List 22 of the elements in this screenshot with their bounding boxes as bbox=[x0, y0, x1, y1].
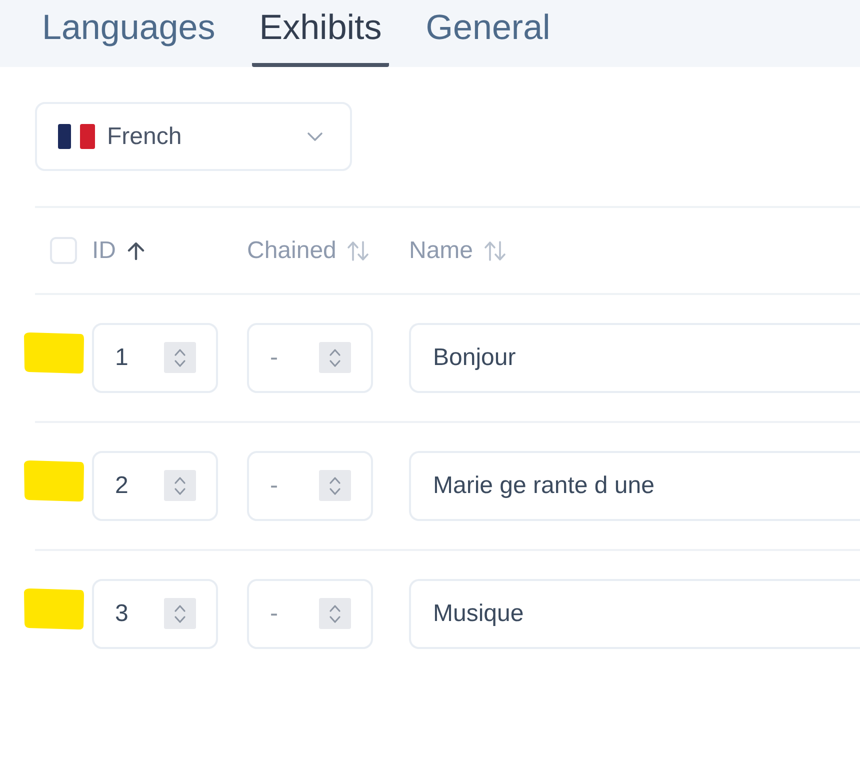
chevron-up-down-icon bbox=[174, 348, 186, 368]
name-field[interactable]: Marie ge rante d une bbox=[409, 451, 860, 521]
select-all-checkbox[interactable] bbox=[50, 237, 77, 264]
spinner-button[interactable] bbox=[319, 342, 351, 373]
chevron-up-down-icon bbox=[174, 604, 186, 624]
name-field[interactable]: Musique bbox=[409, 579, 860, 649]
spinner-button[interactable] bbox=[164, 470, 196, 501]
chevron-up-down-icon bbox=[174, 476, 186, 496]
language-dropdown[interactable]: French bbox=[35, 102, 352, 171]
spinner-button[interactable] bbox=[319, 470, 351, 501]
chevron-down-icon bbox=[307, 132, 323, 142]
spinner-button[interactable] bbox=[164, 598, 196, 629]
tab[interactable]: Exhibits bbox=[252, 0, 389, 67]
chevron-up-down-icon bbox=[329, 604, 341, 624]
tab[interactable]: General bbox=[418, 0, 558, 67]
spinner-button[interactable] bbox=[319, 598, 351, 629]
spinner-button[interactable] bbox=[164, 342, 196, 373]
name-field[interactable]: Bonjour bbox=[409, 323, 860, 393]
chevron-up-down-icon bbox=[329, 348, 341, 368]
tab[interactable]: Languages bbox=[35, 0, 222, 67]
chevron-up-down-icon bbox=[329, 476, 341, 496]
flag-icon bbox=[58, 124, 95, 149]
